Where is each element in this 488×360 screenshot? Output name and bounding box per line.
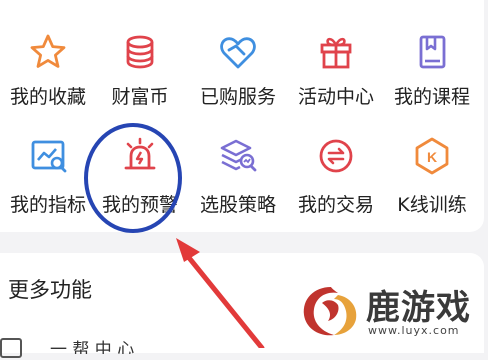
grid-item-purchased-services[interactable]: 已购服务 [190, 28, 286, 128]
grid-item-label: 我的交易 [297, 194, 374, 216]
grid-item-wealth-coin[interactable]: 财富币 [92, 28, 188, 128]
k-badge-letter: K [427, 149, 437, 165]
grid-item-label: 已购服务 [199, 86, 276, 108]
grid-item-label: 选股策略 [199, 194, 276, 216]
exchange-icon [319, 139, 353, 173]
grid-item-my-trades[interactable]: 我的交易 [288, 130, 384, 230]
layers-search-icon [220, 139, 257, 172]
grid-item-label: 财富币 [111, 86, 169, 108]
grid-item-activity-center[interactable]: 活动中心 [288, 28, 384, 128]
grid-item-label: 我的课程 [393, 86, 470, 108]
star-icon [30, 34, 66, 68]
gift-icon [320, 37, 352, 69]
quick-access-grid: 我的收藏 财富币 已购服务 活动中心 我的课程 我的指标 我的预警 选股策略 我… [0, 0, 484, 232]
k-badge-icon: K [415, 137, 449, 175]
heart-ribbon-icon [220, 37, 256, 69]
grid-item-favorites[interactable]: 我的收藏 [0, 28, 96, 128]
grid-item-k-line-training[interactable]: K K线训练 [384, 130, 480, 230]
grid-item-label: K线训练 [397, 194, 467, 216]
more-features-title: 更多功能 [8, 278, 92, 302]
grid-item-stock-strategy[interactable]: 选股策略 [190, 130, 286, 230]
watermark-deer-logo-icon [303, 287, 357, 336]
chart-search-icon [31, 140, 67, 173]
grid-item-my-indicators[interactable]: 我的指标 [0, 130, 96, 230]
grid-item-label: 活动中心 [297, 86, 374, 108]
coin-stack-icon [126, 35, 154, 69]
watermark-url: www.luyx.com [368, 324, 460, 337]
watermark-brand: 鹿游戏 [366, 288, 471, 328]
alarm-siren-icon [124, 137, 156, 170]
help-center-icon[interactable] [0, 338, 22, 358]
grid-item-my-courses[interactable]: 我的课程 [384, 28, 480, 128]
book-icon [419, 35, 446, 69]
grid-item-label: 我的预警 [101, 194, 178, 216]
grid-item-my-alerts[interactable]: 我的预警 [92, 130, 188, 230]
